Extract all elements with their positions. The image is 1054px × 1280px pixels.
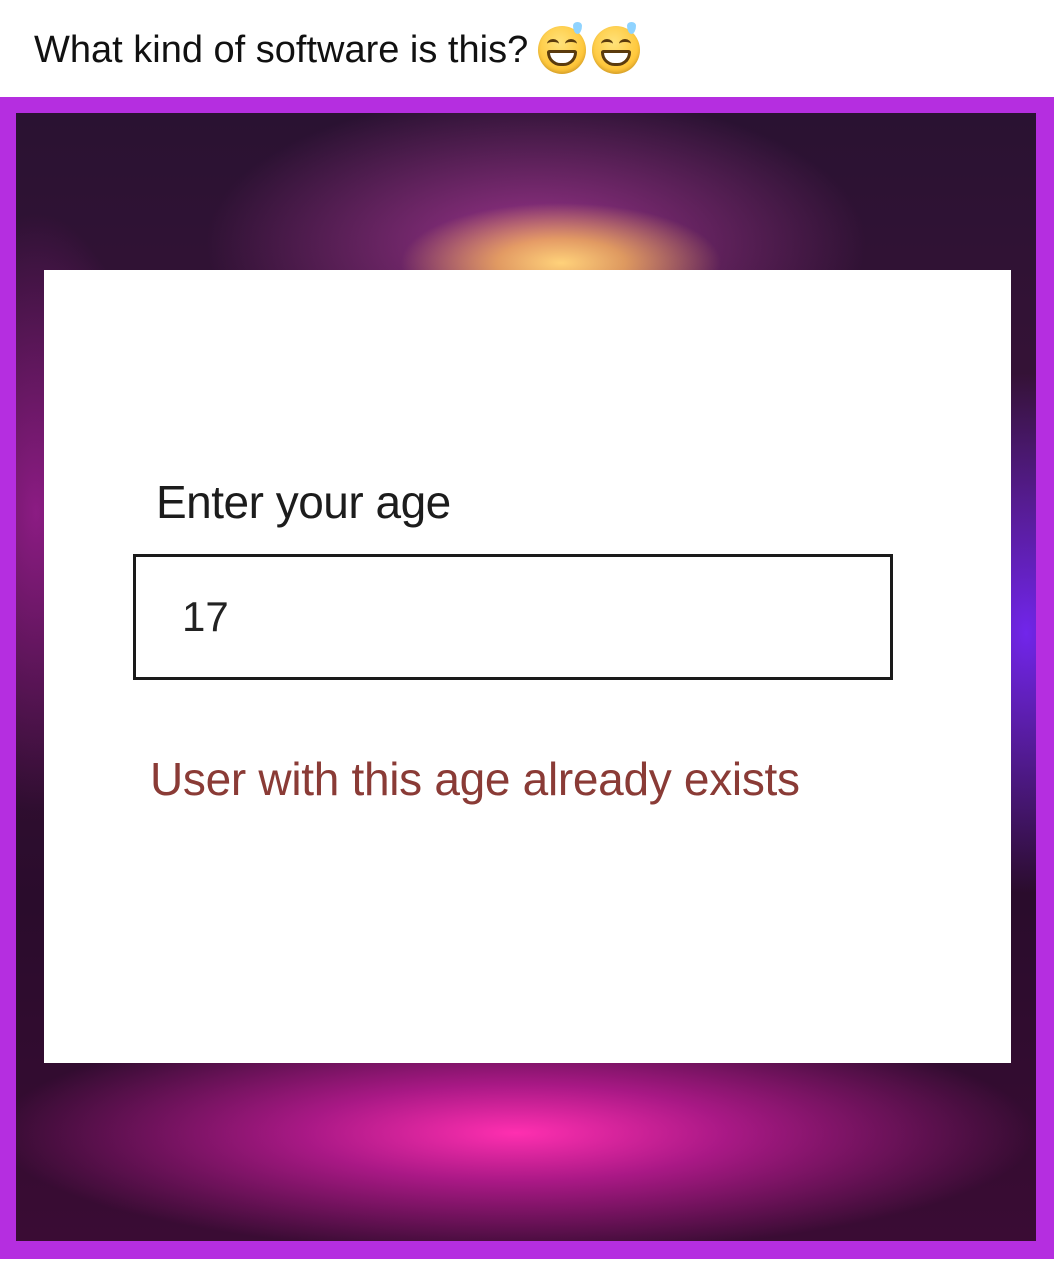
grinning-face-with-sweat-icon bbox=[538, 22, 587, 74]
post-caption-row: What kind of software is this? bbox=[34, 22, 641, 78]
grinning-face-with-sweat-icon bbox=[592, 22, 641, 74]
age-dialog: Enter your age User with this age alread… bbox=[44, 270, 1011, 1063]
age-label: Enter your age bbox=[156, 476, 451, 528]
error-message: User with this age already exists bbox=[150, 753, 800, 805]
emoji-group bbox=[538, 22, 641, 74]
post-caption-text: What kind of software is this? bbox=[34, 28, 529, 71]
meme-post: What kind of software is this? Enter you… bbox=[0, 0, 1054, 1280]
background-glow-image: Enter your age User with this age alread… bbox=[16, 113, 1036, 1241]
screenshot-frame: Enter your age User with this age alread… bbox=[0, 97, 1054, 1259]
age-input[interactable] bbox=[133, 554, 893, 680]
